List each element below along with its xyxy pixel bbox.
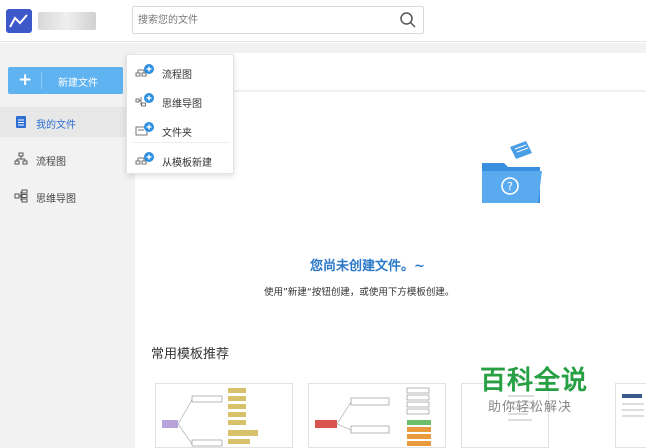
- flowchart-add-icon: [135, 64, 154, 77]
- new-file-button[interactable]: + 新建文件: [8, 67, 123, 94]
- mindmap-thumbnail: [162, 388, 258, 447]
- flowchart-icon: [14, 152, 28, 165]
- watermark-title: 百科全说: [480, 366, 589, 396]
- template-section-title: 常用模板推荐: [151, 347, 230, 362]
- menu-item-label: 流程图: [162, 70, 192, 81]
- mindmap-thumbnail: [315, 387, 431, 446]
- search-box[interactable]: [132, 6, 424, 34]
- app-logo[interactable]: [6, 9, 32, 33]
- empty-state-title: 您尚未创建文件。~: [310, 259, 425, 274]
- sidebar-item-mindmap[interactable]: 思维导图: [0, 181, 135, 211]
- template-card[interactable]: [308, 383, 446, 448]
- top-header: [0, 0, 646, 42]
- sidebar-item-label: 流程图: [36, 157, 66, 168]
- document-icon: [16, 116, 26, 128]
- menu-item-label: 思维导图: [162, 99, 202, 110]
- folder-add-icon: [135, 122, 154, 136]
- svg-text:?: ?: [507, 180, 513, 193]
- mindmap-add-icon: [135, 93, 154, 107]
- empty-state-subtitle: 使用”新建“按钮创建，或使用下方模板创建。: [264, 287, 455, 298]
- new-file-dropdown: 流程图 思维导图 文件夹 从模板新建: [126, 54, 234, 174]
- sidebar-item-my-files[interactable]: 我的文件: [0, 107, 135, 137]
- plus-icon: +: [18, 70, 33, 90]
- new-file-label: 新建文件: [58, 78, 98, 89]
- search-icon[interactable]: [399, 11, 417, 29]
- watermark: 百科全说 助你轻松解决: [462, 358, 622, 420]
- mindmap-icon: [14, 189, 28, 203]
- empty-folder-icon: ?: [482, 141, 542, 203]
- sidebar-item-label: 思维导图: [36, 194, 76, 205]
- menu-item-label: 从模板新建: [162, 158, 212, 169]
- menu-divider: [133, 142, 229, 143]
- search-input[interactable]: [133, 7, 383, 33]
- sidebar-item-flowchart[interactable]: 流程图: [0, 144, 135, 174]
- blurred-logo-text: [38, 12, 96, 30]
- menu-item-label: 文件夹: [162, 128, 192, 139]
- menu-item-flowchart[interactable]: 流程图: [127, 57, 233, 85]
- sidebar: + 新建文件 我的文件 流程图 思维导图: [0, 43, 135, 448]
- menu-item-mindmap[interactable]: 思维导图: [127, 86, 233, 114]
- template-add-icon: [135, 152, 154, 165]
- template-card[interactable]: [155, 383, 293, 448]
- button-divider: [41, 72, 42, 89]
- watermark-subtitle: 助你轻松解决: [488, 400, 573, 415]
- menu-item-folder[interactable]: 文件夹: [127, 115, 233, 143]
- sidebar-item-label: 我的文件: [36, 120, 76, 131]
- logo-chart-icon: [9, 14, 28, 28]
- menu-item-from-template[interactable]: 从模板新建: [127, 145, 233, 173]
